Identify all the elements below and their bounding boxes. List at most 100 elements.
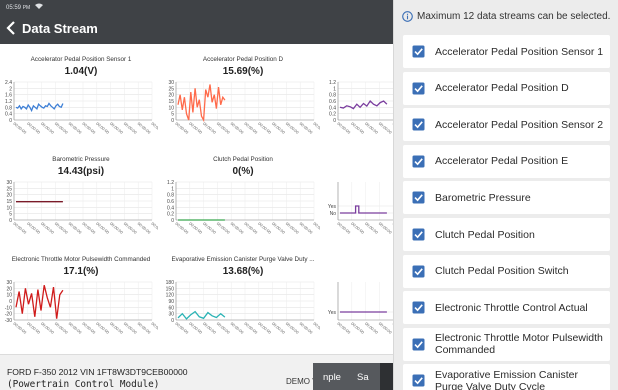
checkbox-checked-icon[interactable]: [412, 118, 425, 131]
stream-select-item[interactable]: Clutch Pedal Position Switch: [403, 254, 610, 288]
y-tick-label: 1: [333, 86, 336, 92]
x-tick-label: 00:00:00: [216, 321, 232, 335]
x-tick-label: 00:00:00: [26, 321, 42, 335]
checkbox-checked-icon[interactable]: [412, 45, 425, 58]
stream-select-item[interactable]: Accelerator Pedal Position Sensor 1: [403, 35, 610, 68]
stream-graph[interactable]: Accelerator Pedal Position D 15.69(%) 30 25…: [162, 44, 324, 144]
y-tick-label: 20: [6, 193, 12, 199]
y-tick-label: 0.4: [167, 205, 174, 211]
y-tick-label: 0: [9, 118, 12, 124]
y-tick-label: 0.4: [5, 112, 12, 118]
x-tick-label: 00:00:00: [68, 121, 84, 135]
checkbox-checked-icon[interactable]: [412, 374, 425, 387]
stream-chart: 1.210.80.60.40.20 00:00:0000:00:0000:00:0…: [167, 180, 320, 235]
stream-select-panel: Maximum 12 data streams can be selected.…: [393, 0, 618, 390]
x-tick-label: 00:00:00: [336, 321, 352, 335]
sample-button[interactable]: nple: [313, 363, 347, 390]
x-tick-label: 00:00:00: [95, 221, 111, 235]
stream-name: Barometric Pressure: [52, 156, 110, 163]
x-tick-label: 00:00:00: [202, 221, 218, 235]
x-tick-label: 00:00:00: [285, 221, 301, 235]
x-tick-label: 00:00:00: [364, 321, 380, 335]
y-tick-label: 30: [168, 80, 174, 86]
back-button[interactable]: [0, 12, 22, 44]
stream-graph[interactable]: Clutch Pedal PNYesNo00:00:0000:00:0000:0…: [324, 144, 400, 244]
x-tick-label: 00:00:00: [81, 221, 97, 235]
y-tick-label: 25: [168, 86, 174, 92]
save-button[interactable]: Sa: [347, 363, 380, 390]
stream-select-item[interactable]: Accelerator Pedal Position Sensor 2: [403, 108, 610, 142]
x-tick-label: 00:00:00: [271, 221, 287, 235]
stream-select-item[interactable]: Electronic Throttle Motor Pulsewidth Com…: [403, 327, 610, 361]
x-tick-label: 00:00:00: [285, 121, 301, 135]
stream-name: Evaporative Systen: [324, 256, 400, 263]
stream-graph[interactable]: Accelerator Pedal0.51.210.80.60.40.2000:…: [324, 44, 400, 144]
stream-graph-grid: Accelerator Pedal Position Sensor 1 1.04(…: [0, 44, 400, 354]
x-tick-label: 00:00:00: [243, 121, 259, 135]
info-icon: [402, 11, 413, 22]
y-tick-label: 180: [166, 280, 175, 286]
x-tick-label: 00:00:00: [95, 321, 111, 335]
stream-select-label: Clutch Pedal Position Switch: [435, 265, 569, 278]
y-tick-label: 1.2: [167, 180, 174, 186]
y-tick-label: Yes: [328, 310, 337, 316]
stream-graph[interactable]: Barometric Pressure 14.43(psi) 30 25 20 15 10 5…: [0, 144, 162, 244]
checkbox-checked-icon[interactable]: [412, 338, 425, 351]
stream-select-label: Evaporative Emission Canister Purge Valv…: [435, 368, 578, 390]
stream-select-item[interactable]: Evaporative Emission Canister Purge Valv…: [403, 364, 610, 390]
stream-graph[interactable]: Evaporative SystenYeYes00:00:0000:00:000…: [324, 244, 400, 344]
x-tick-label: 00:00:00: [109, 221, 125, 235]
x-tick-label: 00:00:00: [216, 221, 232, 235]
x-tick-label: 00:00:00: [54, 221, 70, 235]
y-tick-label: 0.4: [329, 105, 336, 111]
series-line: [177, 310, 226, 320]
y-tick-label: 1.2: [329, 80, 336, 86]
stream-select-item[interactable]: Accelerator Pedal Position E: [403, 144, 610, 178]
footer-bar: FORD F-350 2012 VIN 1FT8W3DT9CEB00000 (P…: [0, 354, 400, 390]
title-bar: Data Stream: [0, 12, 400, 44]
x-tick-label: 00:00:00: [26, 221, 42, 235]
stream-select-item[interactable]: Accelerator Pedal Position D: [403, 71, 610, 105]
status-bar: 05:59 PM: [0, 0, 400, 12]
stream-select-item[interactable]: Electronic Throttle Control Actual: [403, 291, 610, 325]
checkbox-checked-icon[interactable]: [412, 301, 425, 314]
wifi-icon: [34, 3, 43, 11]
y-tick-label: 0: [171, 318, 174, 324]
y-tick-label: 15: [6, 199, 12, 205]
stream-select-item[interactable]: Clutch Pedal Position: [403, 218, 610, 251]
max-streams-notice: Maximum 12 data streams can be selected.: [402, 11, 610, 22]
stream-chart: 1.210.80.60.40.20 00:00:0000:00:0000:00:0…: [329, 80, 400, 135]
x-tick-label: 00:00:00: [312, 121, 320, 135]
stream-graph[interactable]: Accelerator Pedal Position Sensor 1 1.04(…: [0, 44, 162, 144]
y-tick-label: 120: [166, 293, 175, 299]
status-time: 05:59: [6, 5, 22, 11]
y-tick-label: 15: [168, 99, 174, 105]
checkbox-checked-icon[interactable]: [412, 228, 425, 241]
stream-chart: Yes00:00:0000:00:0000:00:0000:00:0000:00…: [328, 282, 400, 335]
y-tick-label: -30: [5, 318, 12, 324]
stream-chart: 302520151050 00:00:0000:00:0000:00:0000:0…: [168, 80, 320, 135]
notice-text: Maximum 12 data streams can be selected.: [417, 11, 611, 22]
checkbox-checked-icon[interactable]: [412, 265, 425, 278]
y-tick-label: 0: [9, 218, 12, 224]
x-tick-label: 00:00:00: [81, 321, 97, 335]
checkbox-checked-icon[interactable]: [412, 155, 425, 168]
y-tick-label: 1: [171, 186, 174, 192]
y-tick-label: 30: [168, 312, 174, 318]
stream-graph[interactable]: Evaporative Emission Canister Purge Valv…: [162, 244, 324, 344]
checkbox-checked-icon[interactable]: [412, 191, 425, 204]
x-tick-label: 00:00:00: [188, 321, 204, 335]
stream-graph[interactable]: Clutch Pedal Position 0(%) 1.2 1 0.8 0.6 0.4 0.…: [162, 144, 324, 244]
stream-select-label: Accelerator Pedal Position Sensor 2: [435, 118, 604, 131]
stream-chart: 3020100-10-20-30 00:00:0000:00:0000:00:00…: [5, 280, 158, 335]
stream-select-item[interactable]: Barometric Pressure: [403, 181, 610, 215]
y-tick-label: 0: [171, 218, 174, 224]
status-ampm: PM: [22, 5, 31, 11]
x-tick-label: 00:00:00: [285, 321, 301, 335]
stream-graph[interactable]: Electronic Throttle Motor Pulsewidth Com…: [0, 244, 162, 344]
x-tick-label: 00:00:00: [257, 121, 273, 135]
stream-select-label: Electronic Throttle Motor Pulsewidth Com…: [435, 332, 603, 357]
x-tick-label: 00:00:00: [54, 321, 70, 335]
checkbox-checked-icon[interactable]: [412, 82, 425, 95]
x-tick-label: 00:00:00: [54, 121, 70, 135]
